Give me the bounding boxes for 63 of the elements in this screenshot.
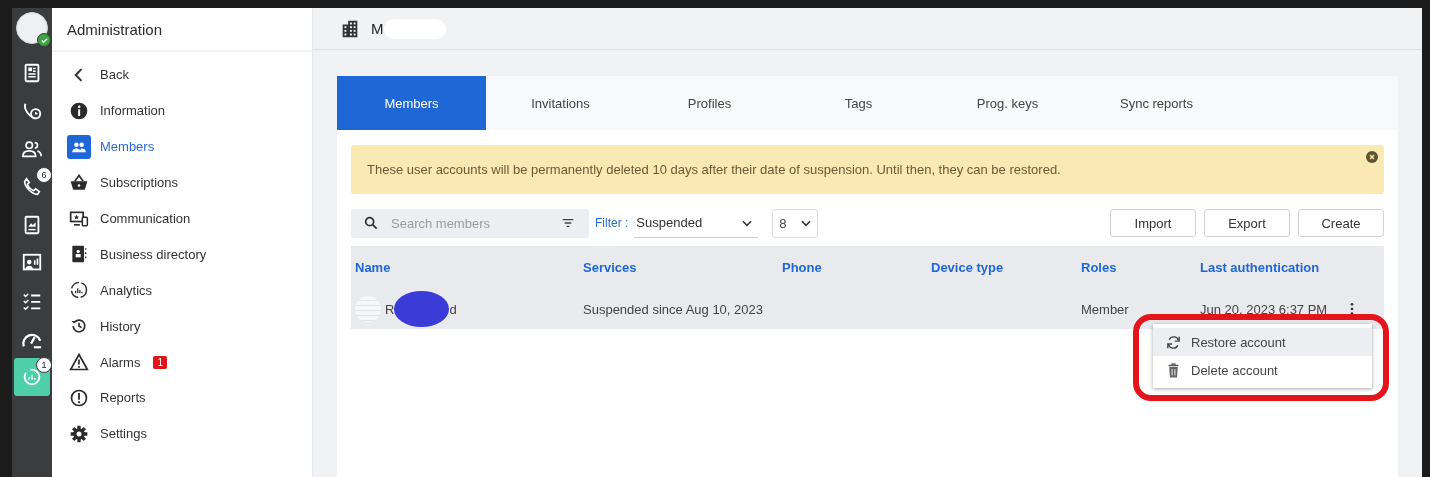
sidebar-item[interactable]: History xyxy=(52,308,312,345)
alarm-count-badge: 1 xyxy=(153,355,167,369)
table-cell-text: Member xyxy=(1081,301,1130,317)
notification-badge: 6 xyxy=(36,167,52,183)
toolbar-button[interactable]: Export xyxy=(1204,209,1290,237)
checklist-icon xyxy=(21,290,43,312)
table-cell-text: Jun 20, 2023 6:37 PM xyxy=(1200,301,1329,317)
notice-text: These user accounts will be permanently deleted 10 days after their date of suspension. Until then, they can be restored. xyxy=(367,162,1061,177)
search-input[interactable]: Search members xyxy=(389,214,550,232)
column-header[interactable]: Roles xyxy=(1081,260,1200,275)
refresh-icon xyxy=(1165,333,1182,351)
toolbar-button[interactable]: Create xyxy=(1298,209,1384,237)
user-name: d xyxy=(449,301,457,317)
gear-icon xyxy=(69,423,89,444)
table-row[interactable]: R d Suspended since Aug 10, 2023 Member Jun 20, 2023 6:37 PM xyxy=(351,289,1384,329)
sidebar-item[interactable]: Members xyxy=(52,128,312,165)
tab[interactable]: Tags xyxy=(784,76,933,130)
notification-badge: 1 xyxy=(36,357,52,373)
tab[interactable]: Sync reports xyxy=(1082,76,1231,130)
column-header[interactable]: Name xyxy=(355,260,583,275)
tab[interactable]: Profiles xyxy=(635,76,784,130)
chart-circle-icon xyxy=(69,280,89,301)
basket-icon xyxy=(69,172,89,193)
redaction-mark xyxy=(394,291,450,327)
menu-item[interactable]: Restore account xyxy=(1153,328,1372,356)
filter-dropdown[interactable]: Suspended xyxy=(634,208,759,238)
user-avatar[interactable] xyxy=(16,12,48,44)
sidebar-item[interactable]: Settings xyxy=(52,415,312,452)
contact-book-icon xyxy=(69,244,89,265)
analytics-icon xyxy=(21,366,43,388)
people-icon xyxy=(21,138,43,160)
phone-icon xyxy=(21,176,43,198)
page-size-dropdown[interactable]: 8 xyxy=(772,208,819,238)
page-title: M xyxy=(371,20,384,37)
exclamation-circle-icon xyxy=(69,387,89,408)
menu-item[interactable]: Delete account xyxy=(1153,356,1372,384)
info-icon xyxy=(69,100,89,121)
rail-button[interactable]: 6 xyxy=(14,168,50,206)
column-header[interactable]: Device type xyxy=(931,260,1081,275)
sidebar-item[interactable]: Analytics xyxy=(52,272,312,309)
user-name: R xyxy=(385,301,395,317)
sidebar-item[interactable]: Subscriptions xyxy=(52,164,312,201)
search-icon xyxy=(363,215,379,231)
close-icon[interactable] xyxy=(1366,151,1378,163)
tab[interactable]: Invitations xyxy=(486,76,635,130)
sidebar-title: Administration xyxy=(52,8,312,52)
sidebar-item[interactable]: Reports xyxy=(52,380,312,416)
table-cell-text: Suspended since Aug 10, 2023 xyxy=(583,301,764,317)
sidebar-item[interactable]: Business directory xyxy=(52,236,312,273)
column-header[interactable]: Services xyxy=(583,260,782,275)
filter-label: Filter : xyxy=(595,216,629,230)
tab[interactable]: Prog. keys xyxy=(933,76,1082,130)
sidebar-item[interactable]: Alarms 1 xyxy=(52,344,312,380)
sidebar-item[interactable]: Back xyxy=(52,57,312,93)
tab[interactable]: Members xyxy=(337,76,486,130)
column-header[interactable]: Last authentication xyxy=(1200,260,1344,275)
search-field[interactable]: Search members xyxy=(351,208,589,238)
sidebar-item[interactable]: Communication xyxy=(52,200,312,237)
column-header[interactable]: Phone xyxy=(782,260,931,275)
toolbar-button[interactable]: Import xyxy=(1110,209,1196,237)
warning-icon xyxy=(69,352,89,373)
rail-button[interactable]: 1 xyxy=(14,358,50,396)
sidebar-item[interactable]: Information xyxy=(52,92,312,129)
